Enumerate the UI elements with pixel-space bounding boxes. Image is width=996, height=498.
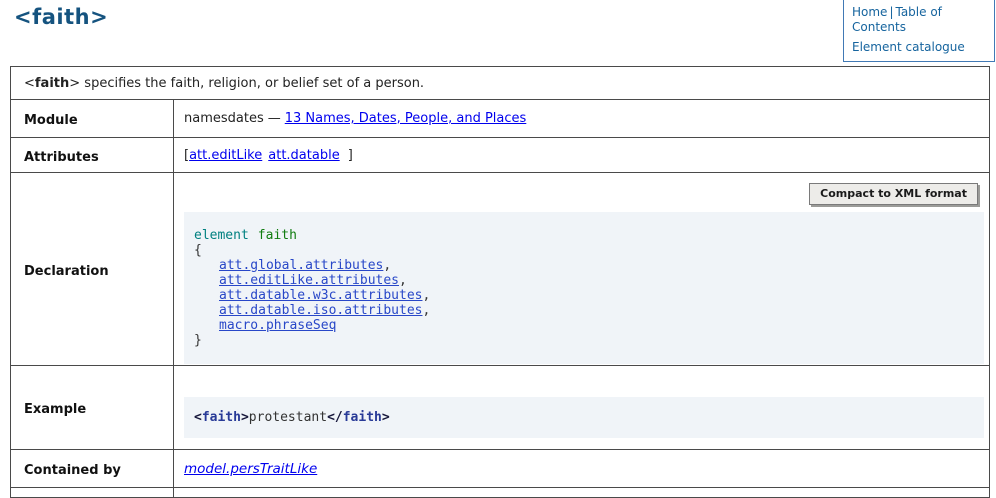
code-link-att-editLike-attributes[interactable]: att.editLike.attributes — [219, 273, 399, 288]
declaration-value: Compact to XML format element faith { att… — [174, 173, 990, 366]
declaration-label: Declaration — [11, 173, 174, 366]
element-spec-table: <faith> specifies the faith, religion, o… — [10, 66, 990, 498]
next-row-partial — [11, 488, 990, 498]
module-row: Module namesdates — 13 Names, Dates, Peopl… — [11, 100, 990, 138]
example-content: protestant — [249, 410, 327, 425]
code-line: } — [194, 333, 974, 348]
example-close-tag-name: faith — [343, 410, 382, 425]
code-link-att-datable-iso-attributes[interactable]: att.datable.iso.attributes — [219, 303, 423, 318]
nav-link-element-catalogue[interactable]: Element catalogue — [852, 40, 986, 55]
description-row: <faith> specifies the faith, religion, o… — [11, 67, 990, 100]
attributes-value: [att.editLikeatt.datable] — [174, 138, 990, 173]
code-line: element faith — [194, 228, 974, 243]
declaration-toolbar: Compact to XML format — [174, 183, 978, 205]
code-element-name: faith — [258, 228, 297, 243]
code-link-att-datable-w3c-attributes[interactable]: att.datable.w3c.attributes — [219, 288, 423, 303]
example-value: <faith>protestant</faith> — [174, 366, 990, 450]
module-name: namesdates — [184, 111, 264, 126]
page-header: <faith> Home|Table of Contents Element c… — [0, 0, 996, 66]
example-label: Example — [11, 366, 174, 450]
nav-link-home[interactable]: Home — [852, 5, 887, 19]
declaration-code-block: element faith { att.global.attributes, at… — [184, 212, 984, 364]
code-link-att-global-attributes[interactable]: att.global.attributes — [219, 258, 383, 273]
module-label: Module — [11, 100, 174, 138]
top-nav-box: Home|Table of Contents Element catalogue — [843, 0, 995, 62]
module-chapter-link[interactable]: 13 Names, Dates, People, and Places — [285, 111, 527, 126]
example-row: Example <faith>protestant</faith> — [11, 366, 990, 450]
dash-separator: — — [268, 111, 281, 126]
code-link-macro-phraseSeq[interactable]: macro.phraseSeq — [219, 318, 336, 333]
attributes-row: Attributes [att.editLikeatt.datable] — [11, 138, 990, 173]
contained-by-value: model.persTraitLike — [174, 450, 990, 488]
contained-by-label: Contained by — [11, 450, 174, 488]
attribute-class-link-editLike[interactable]: att.editLike — [189, 148, 262, 163]
page-title: <faith> — [14, 5, 108, 29]
code-line: { — [194, 243, 974, 258]
described-element-name: faith — [35, 76, 69, 91]
code-line: att.datable.w3c.attributes, — [194, 288, 974, 303]
declaration-row: Declaration Compact to XML format elemen… — [11, 173, 990, 366]
module-value: namesdates — 13 Names, Dates, People, and … — [174, 100, 990, 138]
contained-by-row: Contained by model.persTraitLike — [11, 450, 990, 488]
code-line: att.editLike.attributes, — [194, 273, 974, 288]
nav-separator: | — [889, 5, 893, 19]
attributes-bracket-close: ] — [348, 148, 353, 163]
code-line: macro.phraseSeq — [194, 318, 974, 333]
code-line: att.datable.iso.attributes, — [194, 303, 974, 318]
description-text: specifies the faith, religion, or belief… — [80, 76, 424, 91]
attributes-label: Attributes — [11, 138, 174, 173]
example-open-tag-name: faith — [202, 410, 241, 425]
compact-to-xml-button[interactable]: Compact to XML format — [809, 183, 978, 205]
code-line: att.global.attributes, — [194, 258, 974, 273]
element-description: <faith> specifies the faith, religion, o… — [11, 67, 990, 100]
model-class-link-persTraitLike[interactable]: model.persTraitLike — [184, 461, 317, 477]
attribute-class-link-datable[interactable]: att.datable — [268, 148, 339, 163]
code-keyword: element — [194, 228, 249, 243]
example-code-block: <faith>protestant</faith> — [184, 397, 984, 438]
